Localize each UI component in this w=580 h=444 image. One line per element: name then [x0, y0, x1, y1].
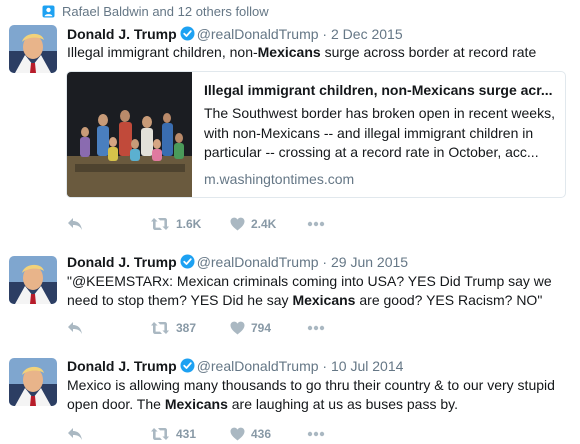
- highlighted-term: Mexicans: [164, 396, 228, 412]
- author-handle[interactable]: @realDonaldTrump: [197, 254, 319, 270]
- card-description: The Southwest border has broken open in …: [204, 105, 555, 160]
- like-button[interactable]: 2.4K: [230, 215, 276, 233]
- tweet[interactable]: Rafael Baldwin and 12 others follow Dona…: [0, 0, 580, 245]
- more-icon: [307, 325, 325, 331]
- tweet-header: Donald J. Trump @realDonaldTrump · 10 Ju…: [67, 357, 403, 375]
- author-name[interactable]: Donald J. Trump: [67, 254, 177, 270]
- like-count: 2.4K: [251, 217, 277, 231]
- more-icon: [307, 221, 325, 227]
- heart-icon: [230, 321, 245, 335]
- tweet-header: Donald J. Trump @realDonaldTrump · 29 Ju…: [67, 253, 408, 271]
- reply-icon: [68, 322, 82, 334]
- tweet-text: "@KEEMSTARx: Mexican criminals coming in…: [67, 272, 567, 310]
- author-handle[interactable]: @realDonaldTrump: [197, 358, 319, 374]
- reply-icon: [68, 218, 82, 230]
- heart-icon: [230, 217, 245, 231]
- like-count: 794: [251, 321, 272, 335]
- card-image: [67, 72, 192, 197]
- social-context: Rafael Baldwin and 12 others follow: [62, 4, 269, 19]
- tweet-actions: 1.6K 2.4K: [67, 215, 487, 233]
- retweet-icon: [151, 218, 169, 230]
- link-card[interactable]: Illegal immigrant children, non-Mexicans…: [66, 71, 566, 198]
- author-handle[interactable]: @realDonaldTrump: [197, 26, 319, 42]
- retweet-count: 387: [176, 321, 197, 335]
- tweet-text: Illegal immigrant children, non-Mexicans…: [67, 43, 567, 62]
- person-icon: [42, 5, 55, 18]
- like-button[interactable]: 436: [230, 425, 271, 443]
- avatar[interactable]: [9, 358, 57, 406]
- more-button[interactable]: [307, 425, 325, 443]
- avatar[interactable]: [9, 256, 57, 304]
- verified-badge-icon: [180, 358, 195, 373]
- more-button[interactable]: [307, 215, 325, 233]
- highlighted-term: Mexicans: [257, 44, 321, 60]
- highlighted-term: Mexicans: [292, 292, 356, 308]
- tweet-date[interactable]: 2 Dec 2015: [331, 26, 403, 42]
- tweet-text-part: are laughing at us as buses pass by.: [227, 396, 458, 412]
- card-domain[interactable]: m.washingtontimes.com: [204, 171, 556, 187]
- tweet[interactable]: Donald J. Trump @realDonaldTrump · 10 Ju…: [0, 342, 580, 444]
- author-name[interactable]: Donald J. Trump: [67, 358, 177, 374]
- retweet-icon: [151, 428, 169, 440]
- retweet-count: 431: [176, 427, 197, 441]
- meta-separator: ·: [318, 26, 331, 42]
- card-body: Illegal immigrant children, non-Mexicans…: [204, 80, 556, 187]
- retweet-button[interactable]: 387: [150, 319, 196, 337]
- tweet-text-part: Illegal immigrant children, non-: [67, 44, 258, 60]
- reply-icon: [68, 428, 82, 440]
- verified-badge-icon: [180, 26, 195, 41]
- tweet-text: Mexico is allowing many thousands to go …: [67, 376, 567, 414]
- tweet-date[interactable]: 10 Jul 2014: [331, 358, 403, 374]
- avatar[interactable]: [9, 25, 57, 73]
- meta-separator: ·: [318, 358, 331, 374]
- reply-button[interactable]: [67, 425, 83, 443]
- like-button[interactable]: 794: [230, 319, 271, 337]
- tweet-date[interactable]: 29 Jun 2015: [331, 254, 408, 270]
- retweet-count: 1.6K: [176, 217, 202, 231]
- tweet-actions: 431 436: [67, 425, 487, 443]
- meta-separator: ·: [318, 254, 331, 270]
- more-button[interactable]: [307, 319, 325, 337]
- tweet-actions: 387 794: [67, 319, 487, 337]
- heart-icon: [230, 427, 245, 441]
- more-icon: [307, 431, 325, 437]
- tweet-text-part: surge across border at record rate: [320, 44, 537, 60]
- like-count: 436: [251, 427, 272, 441]
- tweet-text-part: are good? YES Racism? NO": [355, 292, 543, 308]
- tweet-header: Donald J. Trump @realDonaldTrump · 2 Dec…: [67, 25, 403, 43]
- author-name[interactable]: Donald J. Trump: [67, 26, 177, 42]
- timeline: Rafael Baldwin and 12 others follow Dona…: [0, 0, 580, 444]
- retweet-icon: [151, 322, 169, 334]
- retweet-button[interactable]: 1.6K: [150, 215, 201, 233]
- tweet[interactable]: Donald J. Trump @realDonaldTrump · 29 Ju…: [0, 244, 580, 343]
- reply-button[interactable]: [67, 319, 83, 337]
- verified-badge-icon: [180, 254, 195, 269]
- retweet-button[interactable]: 431: [150, 425, 196, 443]
- reply-button[interactable]: [67, 215, 83, 233]
- card-title[interactable]: Illegal immigrant children, non-Mexicans…: [204, 80, 556, 100]
